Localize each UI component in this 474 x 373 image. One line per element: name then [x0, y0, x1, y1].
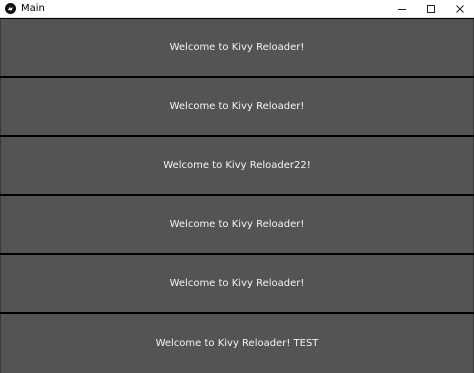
reloader-button-label: Welcome to Kivy Reloader22!: [163, 160, 311, 171]
reloader-button-label: Welcome to Kivy Reloader!: [169, 42, 305, 53]
window-controls: [387, 0, 474, 18]
title-bar[interactable]: Main: [0, 0, 474, 18]
kivy-app-icon[interactable]: [5, 3, 16, 14]
close-icon: [455, 5, 464, 13]
maximize-button[interactable]: [416, 0, 445, 18]
reloader-button-4[interactable]: Welcome to Kivy Reloader!: [0, 196, 474, 253]
reloader-button-2[interactable]: Welcome to Kivy Reloader!: [0, 78, 474, 135]
reloader-button-label: Welcome to Kivy Reloader!: [169, 219, 305, 230]
reloader-button-6[interactable]: Welcome to Kivy Reloader! TEST: [0, 314, 474, 373]
reloader-button-label: Welcome to Kivy Reloader! TEST: [155, 338, 319, 349]
reloader-button-5[interactable]: Welcome to Kivy Reloader!: [0, 255, 474, 312]
button-stack: Welcome to Kivy Reloader! Welcome to Kiv…: [0, 18, 474, 373]
window-title: Main: [21, 2, 45, 14]
close-button[interactable]: [445, 0, 474, 18]
reloader-button-label: Welcome to Kivy Reloader!: [169, 101, 305, 112]
minimize-icon: [397, 9, 406, 10]
maximize-icon: [426, 5, 435, 13]
reloader-button-1[interactable]: Welcome to Kivy Reloader!: [0, 19, 474, 76]
app-window: Main Welcome to Kivy Reloader! Welcome t…: [0, 0, 474, 373]
minimize-button[interactable]: [387, 0, 416, 18]
reloader-button-label: Welcome to Kivy Reloader!: [169, 278, 305, 289]
reloader-button-3[interactable]: Welcome to Kivy Reloader22!: [0, 137, 474, 194]
